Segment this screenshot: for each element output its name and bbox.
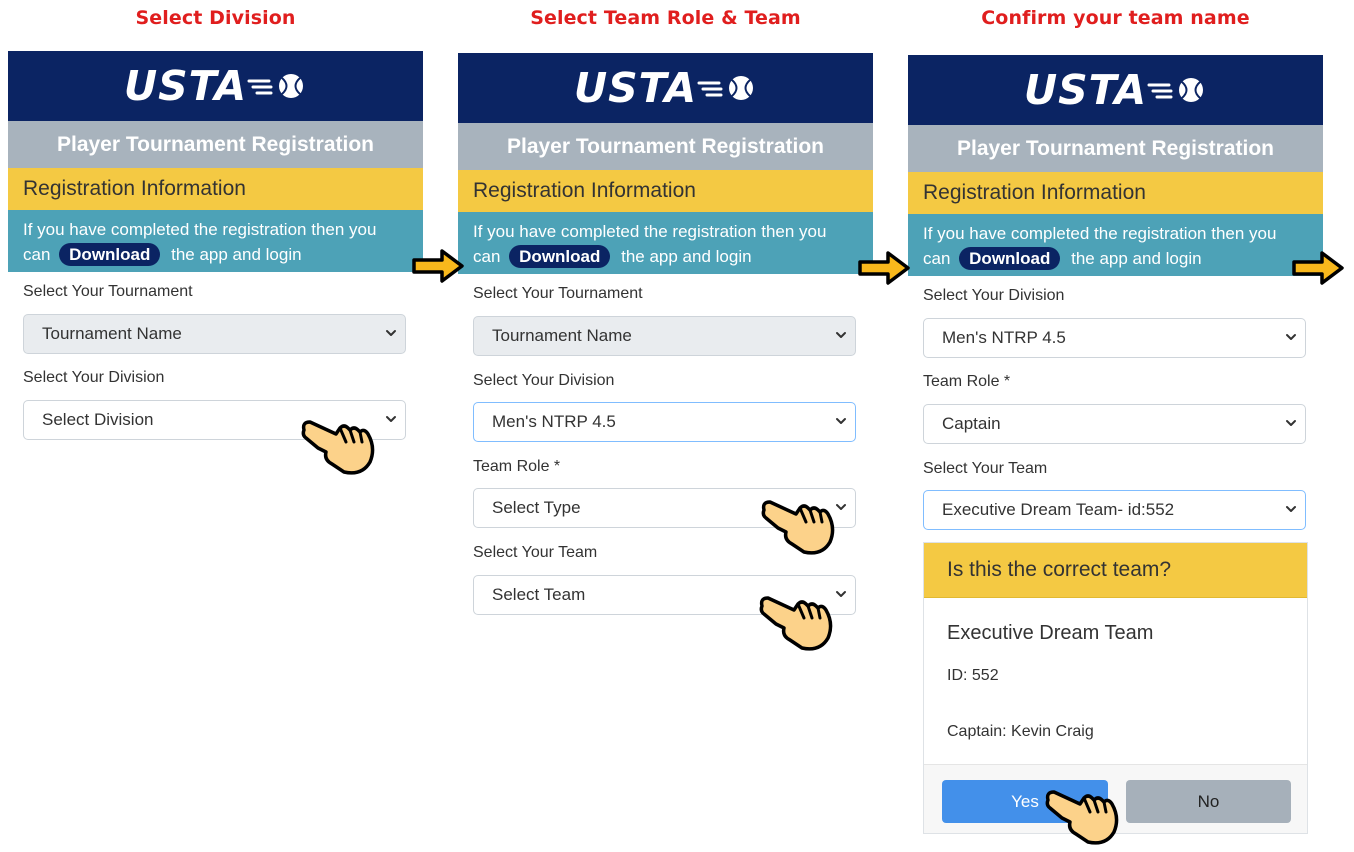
pointing-hand-icon [296, 408, 376, 478]
chevron-down-icon [1285, 417, 1297, 429]
arrow-right-icon [856, 248, 912, 288]
usta-logo-text: USTA [573, 64, 698, 112]
team-select-value: Executive Dream Team- id:552 [942, 500, 1175, 519]
info-text-pre: can [923, 249, 951, 268]
usta-banner: USTA [908, 55, 1323, 125]
usta-logo: USTA [574, 64, 757, 112]
step-title-select-team-role: Select Team Role & Team [530, 7, 801, 29]
usta-logo-text: USTA [1023, 66, 1148, 114]
pointing-hand-icon [1040, 778, 1120, 848]
info-text-line1: If you have completed the registration t… [923, 224, 1277, 243]
pointing-hand-icon [756, 488, 836, 558]
no-button[interactable]: No [1126, 780, 1291, 823]
pointing-hand-icon [754, 584, 834, 654]
chevron-down-icon [835, 329, 847, 341]
team-select[interactable]: Executive Dream Team- id:552 [923, 490, 1306, 530]
tennis-ball-icon [697, 73, 757, 103]
arrow-right-icon [410, 246, 466, 286]
modal-team-name: Executive Dream Team [947, 622, 1154, 644]
team-role-select[interactable]: Captain [923, 404, 1306, 444]
info-text-line1: If you have completed the registration t… [473, 222, 827, 241]
info-text-pre: can [23, 245, 51, 264]
download-info-box: If you have completed the registration t… [458, 212, 873, 274]
division-select[interactable]: Men's NTRP 4.5 [473, 402, 856, 442]
division-label: Select Your Division [23, 369, 165, 386]
page-subheader: Player Tournament Registration [458, 123, 873, 170]
team-select-value: Select Team [492, 585, 586, 604]
download-button[interactable]: Download [59, 243, 161, 266]
division-select-value: Select Division [42, 410, 154, 429]
tournament-select[interactable]: Tournament Name [23, 314, 406, 354]
division-select[interactable]: Men's NTRP 4.5 [923, 318, 1306, 358]
registration-info-header: Registration Information [8, 168, 423, 210]
info-text-line1: If you have completed the registration t… [23, 220, 377, 239]
info-text-pre: can [473, 247, 501, 266]
division-select-value: Men's NTRP 4.5 [492, 412, 616, 431]
usta-logo-text: USTA [123, 62, 248, 110]
step-title-select-division: Select Division [135, 7, 296, 29]
chevron-down-icon [835, 588, 847, 600]
page-subheader: Player Tournament Registration [908, 125, 1323, 172]
registration-panel-step-3: USTA Player Tournament Registration Regi… [908, 55, 1323, 845]
chevron-down-icon [835, 501, 847, 513]
registration-info-header: Registration Information [908, 172, 1323, 214]
usta-logo: USTA [124, 62, 307, 110]
download-button[interactable]: Download [959, 247, 1061, 270]
usta-banner: USTA [458, 53, 873, 123]
info-text-line2: can Download the app and login [923, 246, 1309, 271]
modal-team-captain: Captain: Kevin Craig [947, 723, 1094, 740]
tennis-ball-icon [247, 71, 307, 101]
download-info-box: If you have completed the registration t… [908, 214, 1323, 276]
tournament-select-value: Tournament Name [492, 326, 632, 345]
chevron-down-icon [385, 327, 397, 339]
registration-info-header: Registration Information [458, 170, 873, 212]
chevron-down-icon [1285, 503, 1297, 515]
download-info-box: If you have completed the registration t… [8, 210, 423, 272]
info-text-post: the app and login [171, 245, 302, 264]
modal-title: Is this the correct team? [924, 543, 1307, 598]
tournament-select[interactable]: Tournament Name [473, 316, 856, 356]
usta-banner: USTA [8, 51, 423, 121]
usta-logo: USTA [1024, 66, 1207, 114]
chevron-down-icon [835, 415, 847, 427]
team-label: Select Your Team [473, 544, 598, 561]
division-label: Select Your Division [923, 287, 1065, 304]
info-text-post: the app and login [621, 247, 752, 266]
modal-team-id: ID: 552 [947, 667, 999, 684]
info-text-post: the app and login [1071, 249, 1202, 268]
tournament-label: Select Your Tournament [473, 285, 643, 302]
division-label: Select Your Division [473, 372, 615, 389]
page-subheader: Player Tournament Registration [8, 121, 423, 168]
team-role-label: Team Role * [923, 373, 1011, 390]
arrow-right-icon [1290, 248, 1346, 288]
team-role-label: Team Role * [473, 458, 561, 475]
tournament-label: Select Your Tournament [23, 283, 193, 300]
team-label: Select Your Team [923, 460, 1048, 477]
team-role-select-value: Captain [942, 414, 1001, 433]
division-select-value: Men's NTRP 4.5 [942, 328, 1066, 347]
tournament-select-value: Tournament Name [42, 324, 182, 343]
download-button[interactable]: Download [509, 245, 611, 268]
team-role-select-value: Select Type [492, 498, 581, 517]
info-text-line2: can Download the app and login [23, 242, 409, 267]
tennis-ball-icon [1147, 75, 1207, 105]
chevron-down-icon [1285, 331, 1297, 343]
info-text-line2: can Download the app and login [473, 244, 859, 269]
chevron-down-icon [385, 413, 397, 425]
step-title-confirm-team: Confirm your team name [981, 7, 1250, 29]
